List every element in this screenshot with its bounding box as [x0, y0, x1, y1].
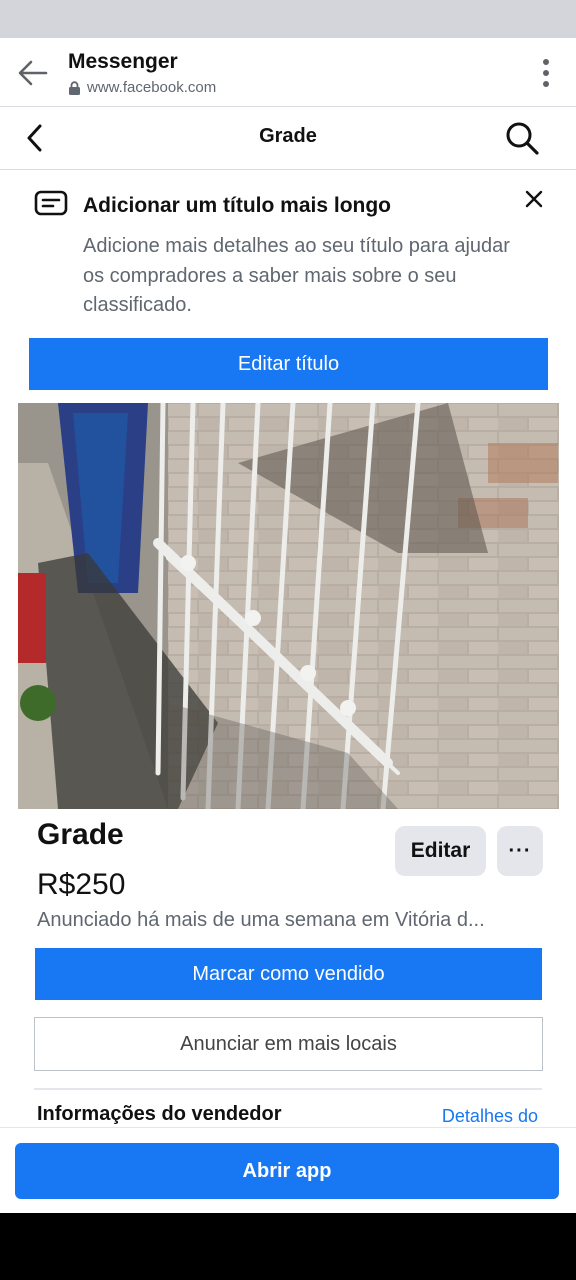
tip-description: Adicione mais detalhes ao seu título par…	[83, 235, 510, 316]
divider	[34, 1088, 542, 1090]
listing-photo[interactable]	[18, 403, 559, 809]
url-display: www.facebook.com	[68, 79, 216, 96]
gate-photo-image	[18, 403, 559, 809]
more-actions-button[interactable]: ···	[497, 826, 543, 876]
search-icon[interactable]	[504, 120, 540, 156]
seller-details-link[interactable]: Detalhes do	[442, 1106, 538, 1127]
close-icon[interactable]	[524, 189, 544, 209]
page-header: Grade	[0, 107, 576, 170]
seller-info-heading: Informações do vendedor	[37, 1103, 282, 1125]
system-nav-bar	[0, 1213, 576, 1280]
tip-title: Adicionar um título mais longo	[83, 194, 392, 217]
browser-bar: Messenger www.facebook.com	[0, 38, 576, 107]
more-options-icon[interactable]	[542, 58, 550, 88]
mark-sold-button[interactable]: Marcar como vendido	[35, 948, 542, 1000]
listing-info: Anunciado há mais de uma semana em Vitór…	[37, 909, 485, 931]
back-arrow-icon[interactable]	[16, 56, 50, 90]
status-bar	[0, 0, 576, 38]
url-text: www.facebook.com	[87, 79, 217, 96]
listing-title: Grade	[37, 818, 124, 851]
lock-icon	[69, 80, 80, 95]
listing-price: R$250	[37, 868, 126, 901]
page-title: Grade	[259, 125, 317, 147]
open-app-button[interactable]: Abrir app	[15, 1143, 559, 1199]
list-more-places-button[interactable]: Anunciar em mais locais	[34, 1017, 543, 1071]
text-box-icon	[34, 190, 68, 216]
edit-listing-button[interactable]: Editar	[395, 826, 486, 876]
edit-title-button[interactable]: Editar título	[29, 338, 548, 390]
app-title: Messenger	[68, 50, 178, 73]
